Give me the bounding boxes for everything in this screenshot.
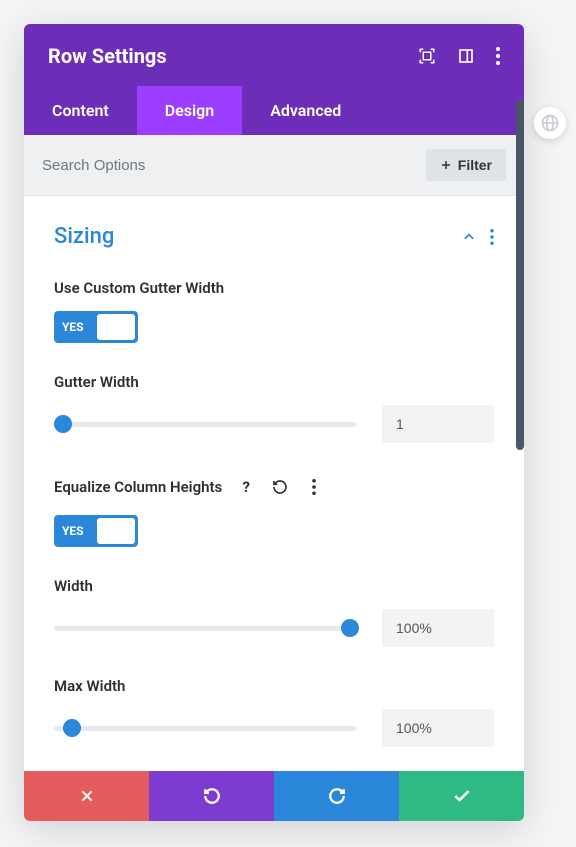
slider-thumb[interactable] (341, 619, 359, 637)
field-equalize-icons: ? (232, 473, 328, 501)
close-button[interactable] (24, 771, 149, 821)
close-icon (79, 788, 95, 804)
modal-footer (24, 771, 524, 821)
search-input[interactable] (42, 157, 426, 174)
slider-max-width[interactable] (54, 718, 356, 738)
field-max-width: Max Width (54, 677, 494, 747)
field-gutter-width: Gutter Width (54, 373, 494, 443)
input-max-width[interactable] (382, 709, 494, 747)
label-max-width: Max Width (54, 677, 494, 695)
section-header: Sizing (54, 224, 494, 249)
input-width[interactable] (382, 609, 494, 647)
field-equalize: Equalize Column Heights ? YES (54, 473, 494, 547)
section-title: Sizing (54, 224, 114, 249)
slider-thumb[interactable] (54, 415, 72, 433)
input-gutter-width[interactable] (382, 405, 494, 443)
search-bar: Filter (24, 135, 524, 196)
row-settings-modal: Row Settings Content Design Advanced Fil… (24, 24, 524, 821)
label-custom-gutter: Use Custom Gutter Width (54, 279, 494, 297)
header-actions (418, 47, 500, 65)
field-custom-gutter: Use Custom Gutter Width YES (54, 279, 494, 343)
redo-icon (328, 787, 346, 805)
expand-icon[interactable] (418, 47, 436, 65)
toggle-text: YES (54, 320, 84, 334)
redo-button[interactable] (274, 771, 399, 821)
tabs: Content Design Advanced (24, 86, 524, 135)
reset-icon[interactable] (266, 473, 294, 501)
tab-content[interactable]: Content (24, 86, 137, 135)
filter-button[interactable]: Filter (426, 149, 506, 181)
label-equalize: Equalize Column Heights ? (54, 473, 494, 501)
plus-icon (440, 159, 452, 171)
globe-icon[interactable] (534, 107, 566, 139)
slider-gutter-width[interactable] (54, 414, 356, 434)
check-icon (452, 786, 472, 806)
save-button[interactable] (399, 771, 524, 821)
label-equalize-text: Equalize Column Heights (54, 478, 222, 496)
tab-design[interactable]: Design (137, 86, 242, 135)
slider-row-max-width (54, 709, 494, 747)
slider-row-width (54, 609, 494, 647)
field-kebab-icon[interactable] (300, 473, 328, 501)
field-width: Width (54, 577, 494, 647)
label-gutter-width: Gutter Width (54, 373, 494, 391)
slider-width[interactable] (54, 618, 356, 638)
settings-content: Sizing Use Custom Gutter Width YES Gutte… (24, 196, 524, 771)
toggle-equalize[interactable]: YES (54, 515, 138, 547)
section-actions (462, 229, 494, 245)
snap-icon[interactable] (458, 48, 474, 64)
toggle-custom-gutter[interactable]: YES (54, 311, 138, 343)
undo-icon (203, 787, 221, 805)
help-icon[interactable]: ? (232, 473, 260, 501)
scrollbar[interactable] (516, 100, 524, 450)
section-kebab-icon[interactable] (490, 229, 494, 245)
toggle-text: YES (54, 524, 84, 538)
undo-button[interactable] (149, 771, 274, 821)
slider-row-gutter (54, 405, 494, 443)
collapse-icon[interactable] (462, 230, 476, 244)
modal-title: Row Settings (48, 44, 167, 68)
toggle-knob (97, 314, 135, 340)
kebab-menu-icon[interactable] (496, 47, 500, 65)
tab-advanced[interactable]: Advanced (242, 86, 369, 135)
label-width: Width (54, 577, 494, 595)
filter-label: Filter (458, 157, 492, 173)
slider-thumb[interactable] (63, 719, 81, 737)
modal-header: Row Settings (24, 24, 524, 86)
toggle-knob (97, 518, 135, 544)
